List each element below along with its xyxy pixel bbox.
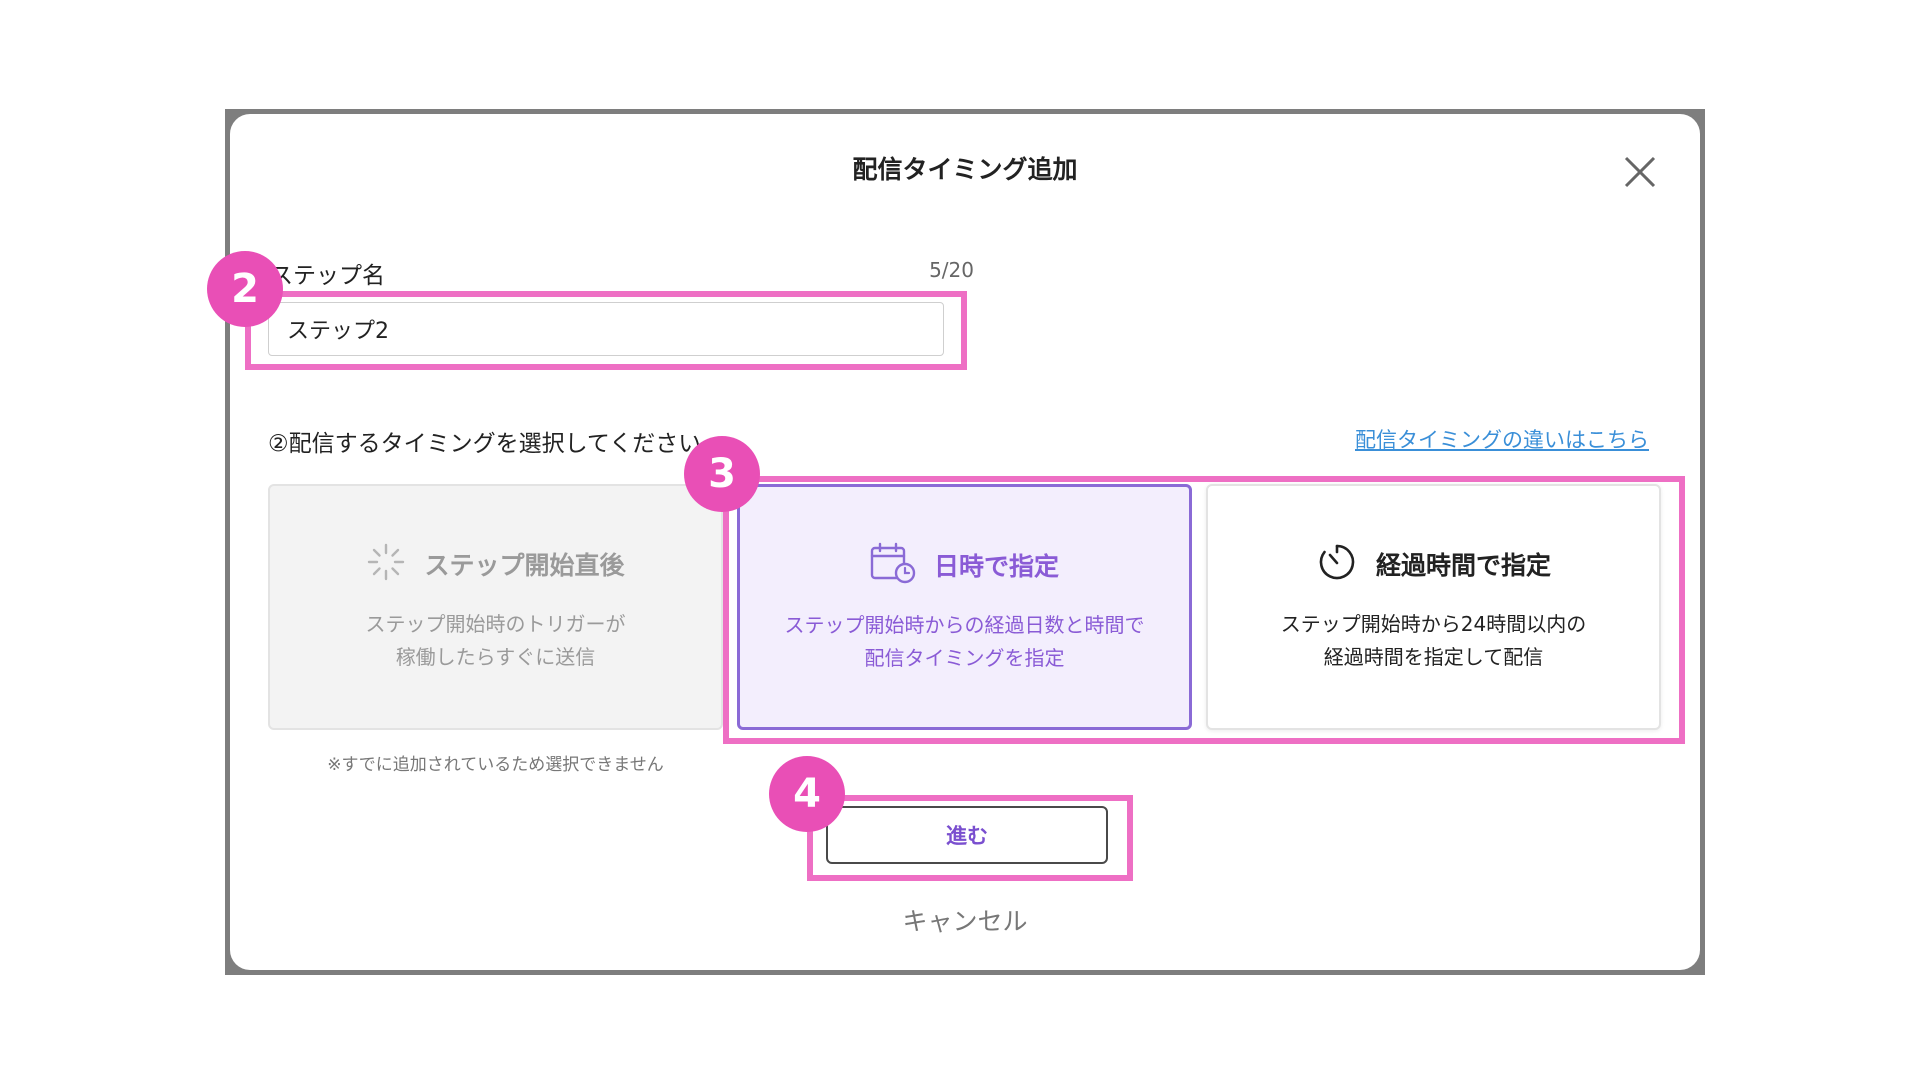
step-badge: 4 <box>769 756 845 832</box>
option-title: ステップ開始直後 <box>424 551 625 580</box>
cancel-button[interactable]: キャンセル <box>230 902 1700 938</box>
timing-difference-link[interactable]: 配信タイミングの違いはこちら <box>1355 424 1649 454</box>
disabled-option-note: ※すでに追加されているため選択できません <box>327 755 664 775</box>
option-description-line: ステップ開始時のトリガーが <box>365 612 626 636</box>
spinner-icon <box>366 542 406 586</box>
highlight-frame-timing-options <box>723 476 1685 744</box>
step-badge: 3 <box>684 436 760 512</box>
dialog-title: 配信タイミング追加 <box>852 155 1078 184</box>
highlight-frame-step-name <box>245 291 967 370</box>
char-counter: 5/20 <box>929 258 974 282</box>
close-icon[interactable] <box>1620 152 1660 192</box>
timing-question: ②配信するタイミングを選択してください <box>268 431 702 457</box>
option-description: ステップ開始時のトリガーが 稼働したらすぐに送信 <box>270 608 721 674</box>
step-badge: 2 <box>207 251 283 327</box>
highlight-frame-next-button <box>807 795 1133 881</box>
option-description-line: 稼働したらすぐに送信 <box>395 645 596 669</box>
option-immediately-after-start: ステップ開始直後 ステップ開始時のトリガーが 稼働したらすぐに送信 <box>268 484 723 730</box>
step-name-label: ステップ名 <box>270 263 385 289</box>
